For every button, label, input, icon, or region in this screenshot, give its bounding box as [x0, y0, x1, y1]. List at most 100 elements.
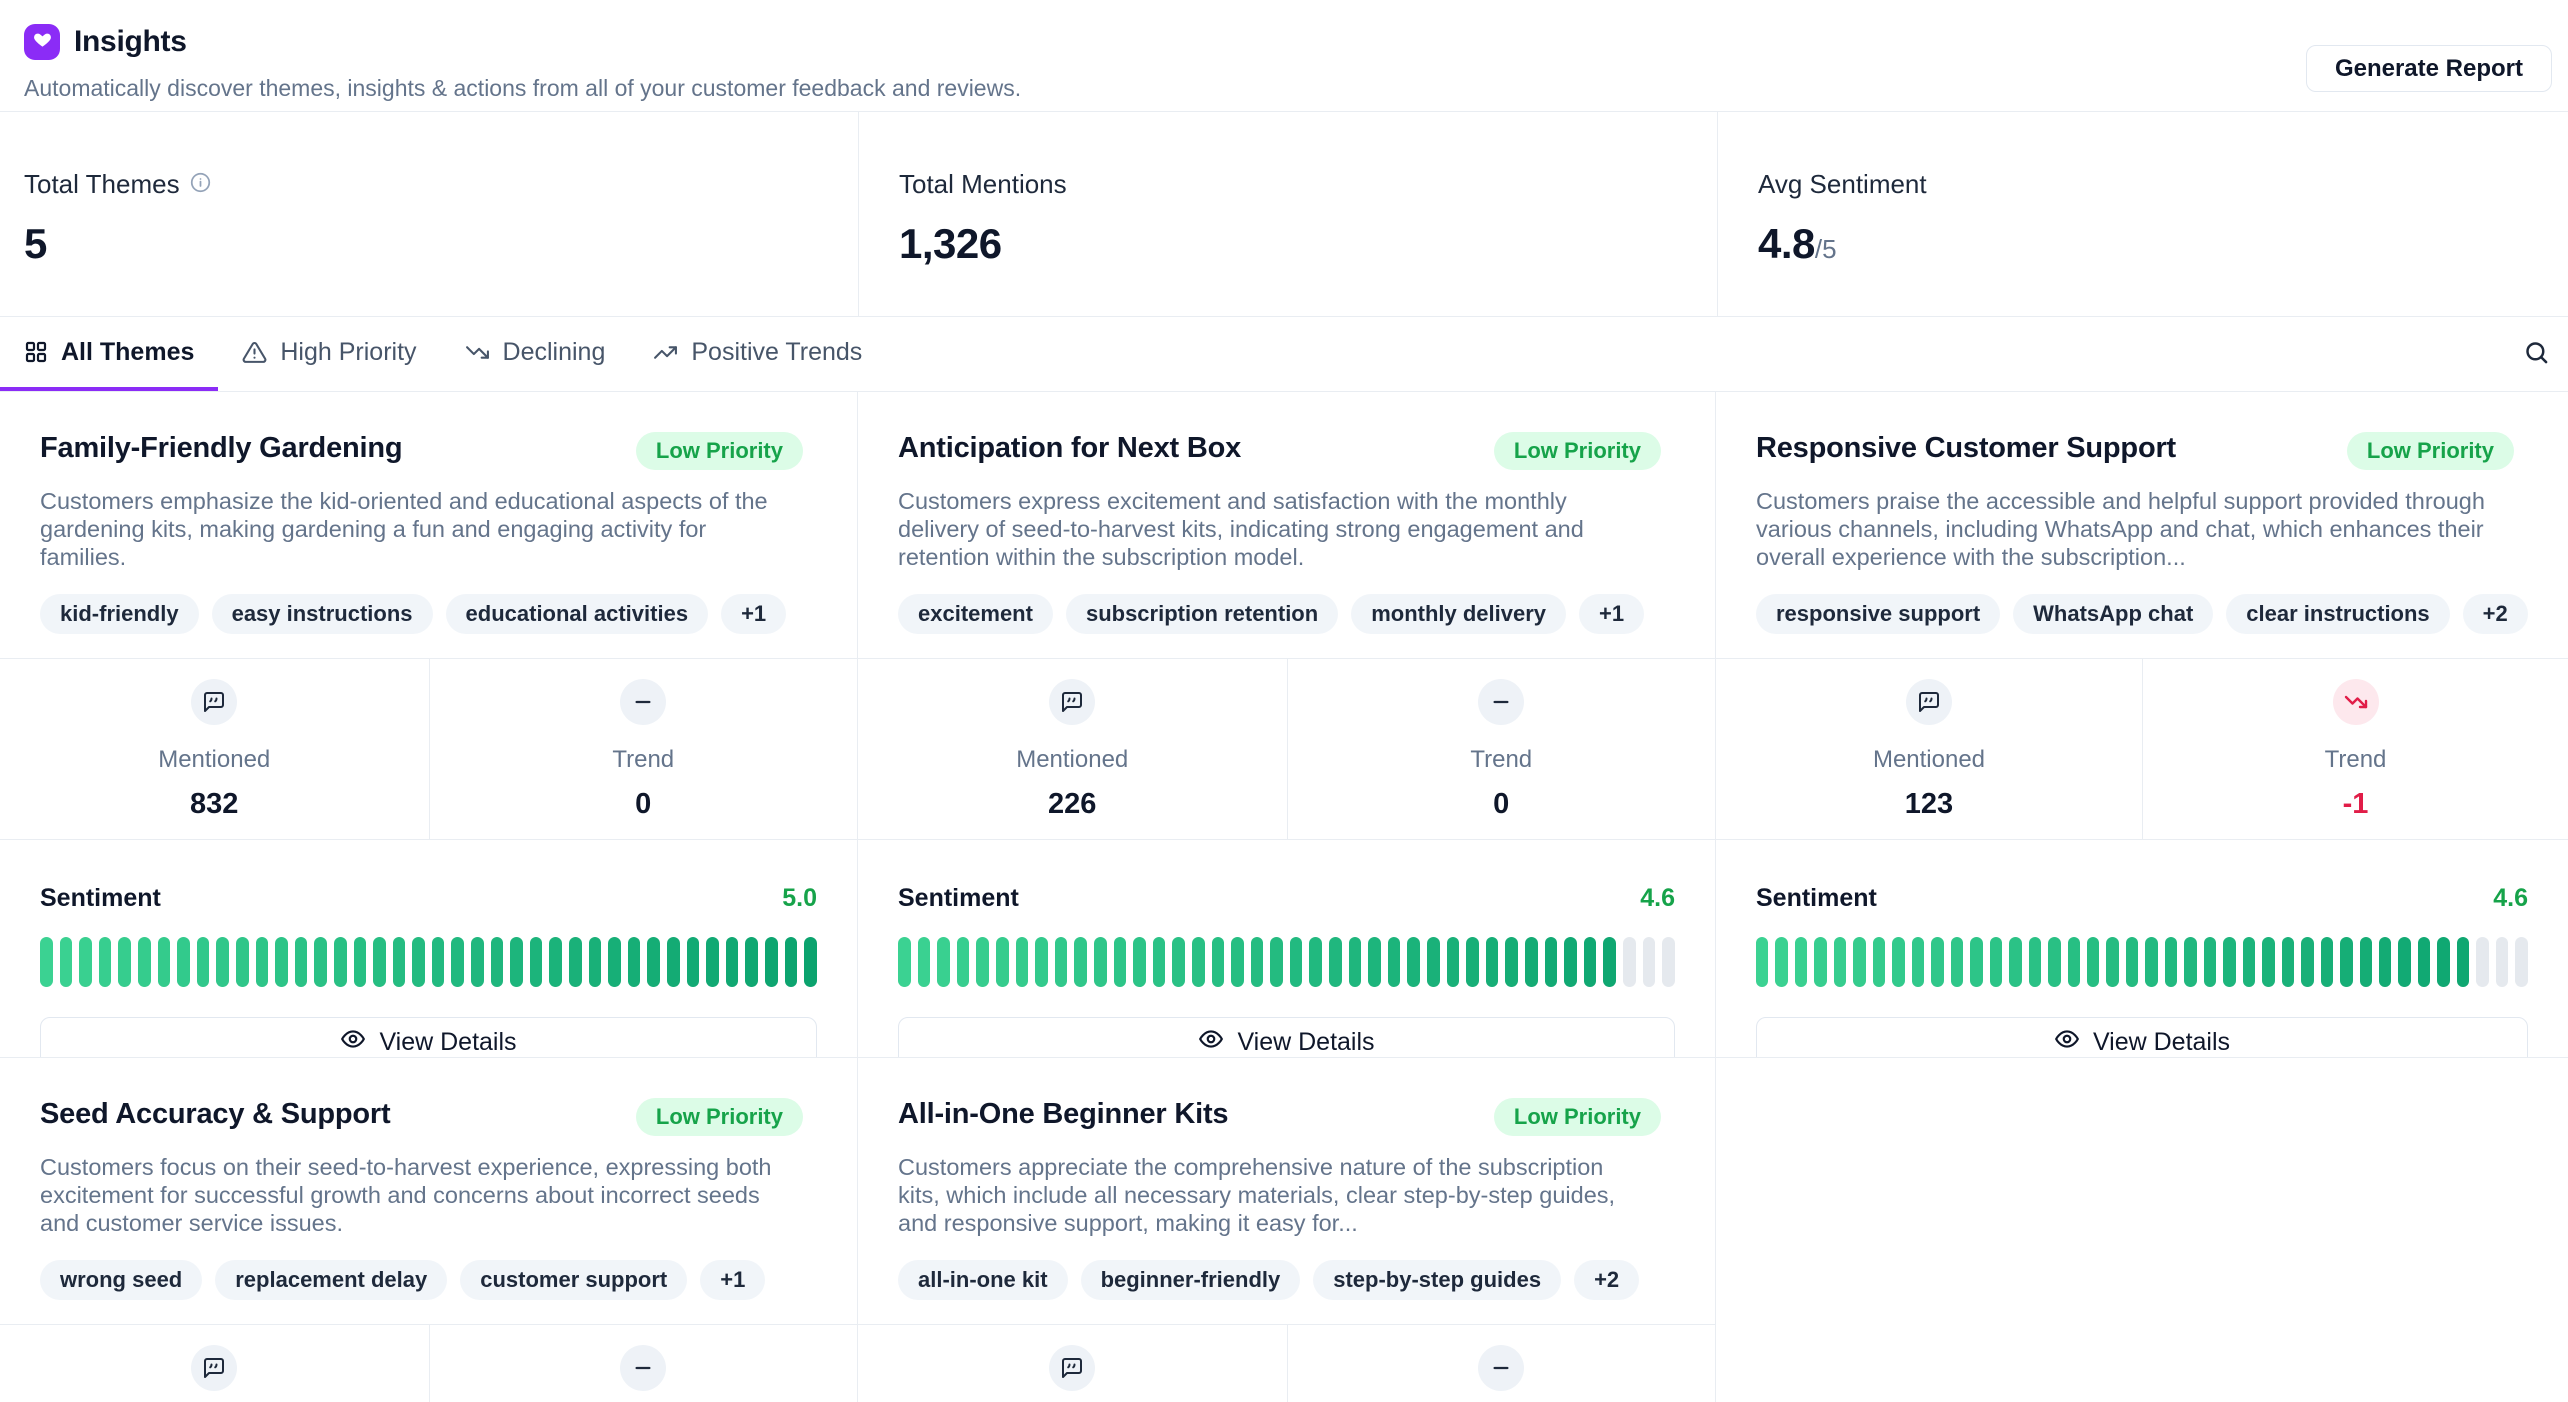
view-details-button[interactable]: View Details: [40, 1017, 817, 1058]
theme-tag[interactable]: step-by-step guides: [1313, 1260, 1561, 1300]
more-tags-pill[interactable]: +2: [2463, 594, 2528, 634]
sentiment-bar: [957, 937, 970, 987]
heart-icon: [33, 30, 52, 54]
trend-value: 0: [1493, 788, 1509, 821]
tab-all-themes[interactable]: All Themes: [0, 317, 218, 391]
message-quote-icon: [191, 679, 237, 725]
sentiment-bar: [1172, 937, 1185, 987]
view-details-label: View Details: [2093, 1028, 2230, 1057]
sentiment-bar: [1643, 937, 1656, 987]
mentioned-stat: Mentioned: [0, 1325, 429, 1402]
view-details-button[interactable]: View Details: [898, 1017, 1675, 1058]
sentiment-bar: [1603, 937, 1616, 987]
theme-description: Customers praise the accessible and help…: [1756, 487, 2496, 571]
stat-value: 5: [24, 220, 858, 268]
info-icon[interactable]: [190, 172, 211, 198]
trending-up-icon: [653, 340, 678, 365]
trend-stat: Trend: [1287, 1325, 1716, 1402]
sentiment-bar: [1290, 937, 1303, 987]
more-tags-pill[interactable]: +1: [1579, 594, 1644, 634]
sentiment-bar: [785, 937, 798, 987]
more-tags-pill[interactable]: +2: [1574, 1260, 1639, 1300]
sentiment-bar: [1970, 937, 1982, 987]
minus-icon: [620, 1345, 666, 1391]
theme-tag[interactable]: WhatsApp chat: [2013, 594, 2213, 634]
theme-tag[interactable]: clear instructions: [2226, 594, 2449, 634]
theme-description: Customers focus on their seed-to-harvest…: [40, 1153, 780, 1237]
mentioned-value: 832: [190, 788, 238, 821]
mentioned-label: Mentioned: [1873, 746, 1985, 774]
theme-tag[interactable]: customer support: [460, 1260, 687, 1300]
sentiment-bars: [40, 937, 817, 987]
sentiment-bar: [765, 937, 778, 987]
theme-tag[interactable]: wrong seed: [40, 1260, 202, 1300]
sentiment-bar: [1564, 937, 1577, 987]
sentiment-bar: [1466, 937, 1479, 987]
eye-icon: [340, 1026, 366, 1059]
page-header: Insights Automatically discover themes, …: [0, 0, 2568, 112]
sentiment-bar: [432, 937, 445, 987]
stat-total-mentions: Total Mentions 1,326: [858, 112, 1717, 316]
theme-tag[interactable]: monthly delivery: [1351, 594, 1566, 634]
tab-high-priority[interactable]: High Priority: [218, 317, 440, 391]
sentiment-bar: [706, 937, 719, 987]
sentiment-bar: [2496, 937, 2508, 987]
generate-report-button[interactable]: Generate Report: [2306, 45, 2552, 92]
eye-icon: [1198, 1026, 1224, 1059]
stat-suffix: /5: [1815, 234, 1837, 264]
tab-positive-trends[interactable]: Positive Trends: [629, 317, 886, 391]
sentiment-bar: [79, 937, 92, 987]
theme-description: Customers emphasize the kid-oriented and…: [40, 487, 780, 571]
sentiment-bar: [1447, 937, 1460, 987]
theme-tags: wrong seed replacement delay customer supp…: [40, 1260, 817, 1300]
sentiment-score: 4.6: [2493, 884, 2528, 913]
theme-tag[interactable]: easy instructions: [212, 594, 433, 634]
sentiment-bar: [1623, 937, 1636, 987]
sentiment-bar: [937, 937, 950, 987]
more-tags-pill[interactable]: +1: [700, 1260, 765, 1300]
sentiment-bar: [314, 937, 327, 987]
tab-declining[interactable]: Declining: [441, 317, 630, 391]
theme-tag[interactable]: responsive support: [1756, 594, 2000, 634]
empty-grid-cell: [1716, 1058, 2568, 1402]
priority-badge: Low Priority: [636, 1098, 803, 1136]
sentiment-bar: [1309, 937, 1322, 987]
stat-label: Total Themes: [24, 169, 180, 200]
page-title: Insights: [74, 25, 187, 59]
sentiment-bar: [2223, 937, 2235, 987]
sentiment-bar: [1329, 937, 1342, 987]
theme-tag[interactable]: replacement delay: [215, 1260, 447, 1300]
theme-tag[interactable]: all-in-one kit: [898, 1260, 1068, 1300]
theme-tags: responsive support WhatsApp chat clear ins…: [1756, 594, 2528, 634]
more-tags-pill[interactable]: +1: [721, 594, 786, 634]
theme-tag[interactable]: subscription retention: [1066, 594, 1338, 634]
sentiment-bar: [2398, 937, 2410, 987]
message-quote-icon: [1049, 1345, 1095, 1391]
theme-tag[interactable]: excitement: [898, 594, 1053, 634]
message-quote-icon: [1049, 679, 1095, 725]
sentiment-bar: [158, 937, 171, 987]
view-details-button[interactable]: View Details: [1756, 1017, 2528, 1058]
theme-tag[interactable]: kid-friendly: [40, 594, 199, 634]
sentiment-bar: [745, 937, 758, 987]
theme-tag[interactable]: educational activities: [446, 594, 709, 634]
sentiment-bar: [1931, 937, 1943, 987]
sentiment-bar: [976, 937, 989, 987]
sentiment-bar: [628, 937, 641, 987]
sentiment-bar: [1055, 937, 1068, 987]
sentiment-bar: [275, 937, 288, 987]
sentiment-bar: [197, 937, 210, 987]
sentiment-bar: [2068, 937, 2080, 987]
search-icon[interactable]: [2523, 339, 2550, 371]
trend-value: 0: [635, 788, 651, 821]
sentiment-bar: [393, 937, 406, 987]
sentiment-bar: [2106, 937, 2118, 987]
theme-tag[interactable]: beginner-friendly: [1081, 1260, 1301, 1300]
page-subtitle: Automatically discover themes, insights …: [24, 75, 2544, 102]
view-details-label: View Details: [1237, 1028, 1374, 1057]
alert-triangle-icon: [242, 340, 267, 365]
sentiment-bar: [1114, 937, 1127, 987]
mentioned-stat: Mentioned 832: [0, 659, 429, 839]
sentiment-bar: [138, 937, 151, 987]
theme-card: All-in-One Beginner Kits Low Priority Cu…: [858, 1058, 1716, 1402]
